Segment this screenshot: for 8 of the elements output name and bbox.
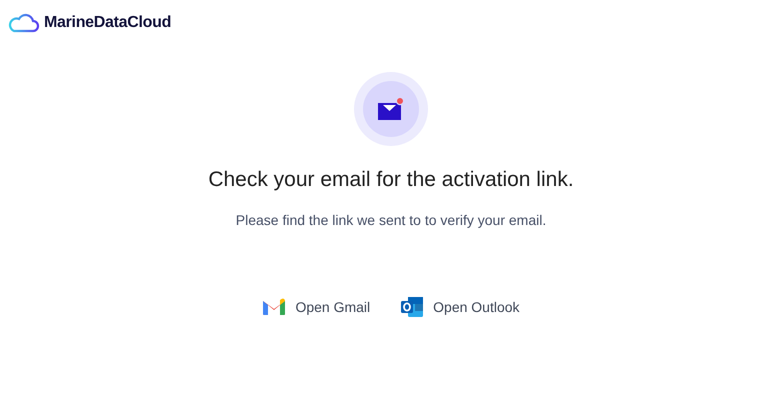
- message: Please find the link we sent to to verify your email.: [236, 212, 546, 228]
- outlook-icon: [400, 296, 424, 318]
- heading: Check your email for the activation link.: [208, 168, 574, 192]
- outlook-link[interactable]: Open Outlook: [400, 296, 520, 318]
- cloud-logo-icon: [6, 13, 40, 33]
- gmail-link[interactable]: Open Gmail: [262, 296, 370, 318]
- brand-name: MarineDataCloud: [44, 14, 172, 32]
- gmail-icon: [262, 298, 286, 316]
